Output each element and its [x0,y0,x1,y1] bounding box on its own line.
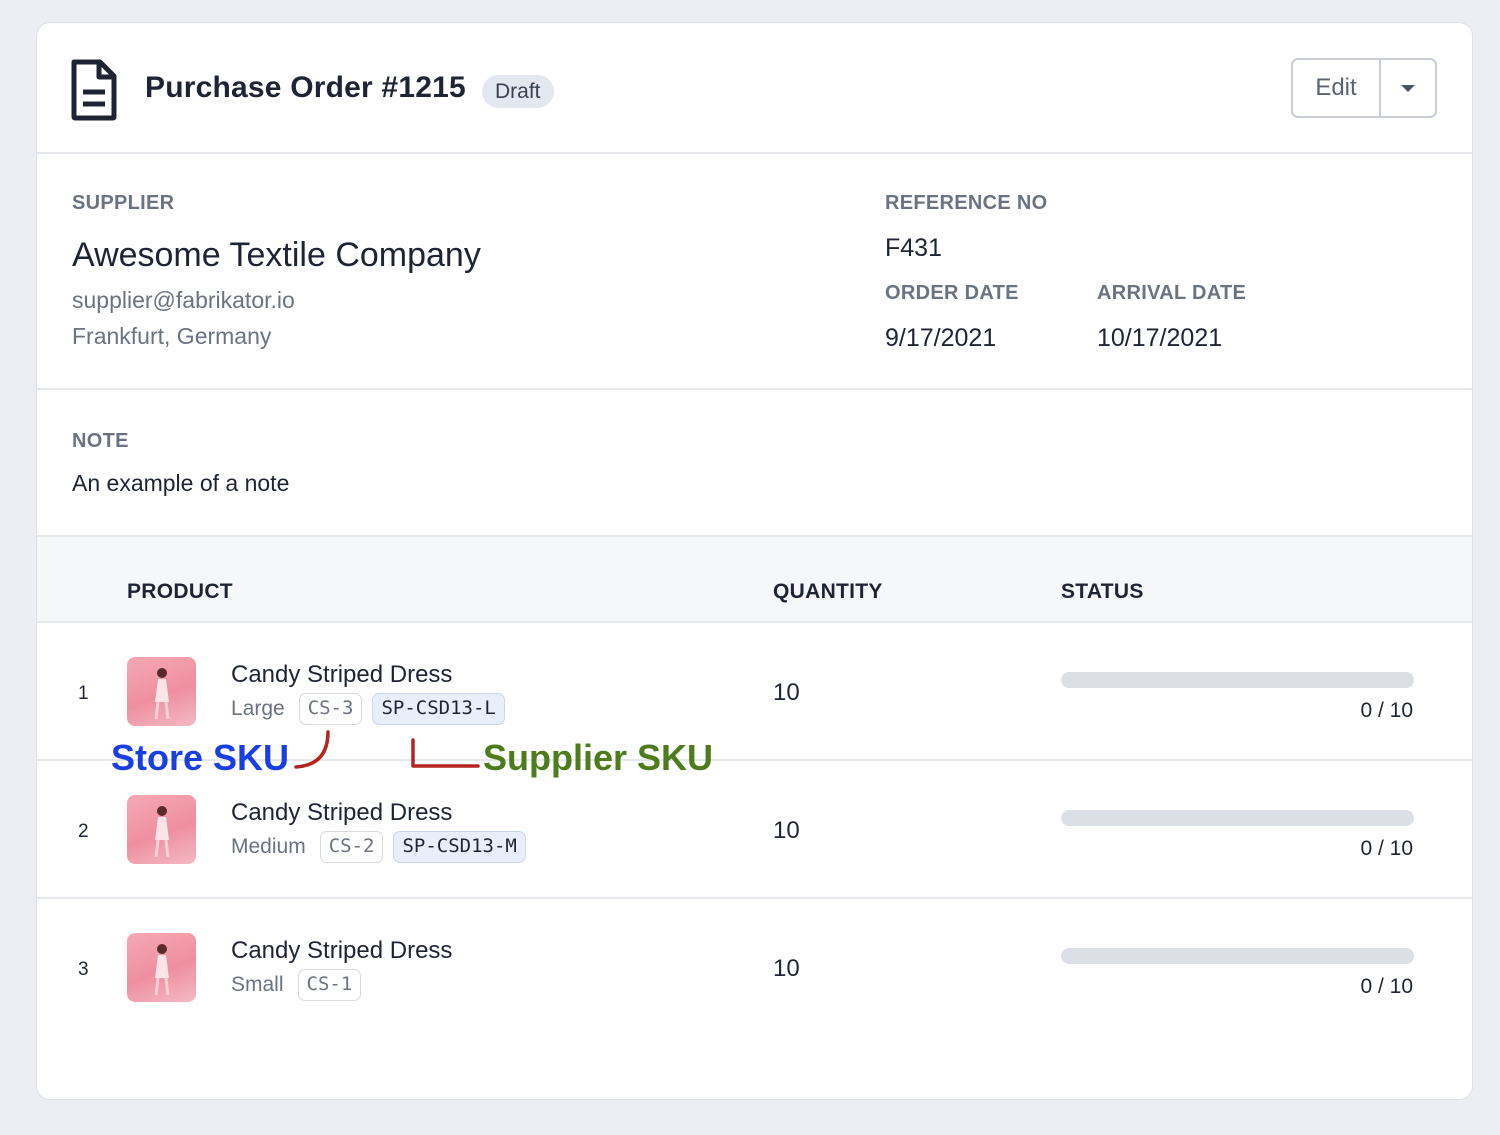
arrival-date-label: ARRIVAL DATE [1097,282,1247,304]
table-row[interactable]: 2 Candy Striped Dress Medium CS-2 SP-CSD… [37,761,1472,899]
product-thumbnail [127,795,196,864]
document-icon [71,59,117,121]
quantity-value: 10 [773,955,800,982]
edit-dropdown-button[interactable] [1381,60,1435,116]
table-row[interactable]: 3 Candy Striped Dress Small CS-1 10 0 / … [37,899,1472,1037]
product-name: Candy Striped Dress [231,937,453,964]
product-thumbnail [127,933,196,1002]
page-title: Purchase Order #1215 [145,71,466,104]
column-header-product: PRODUCT [127,580,233,603]
note-section: NOTE An example of a note [37,390,1472,537]
supplier-location: Frankfurt, Germany [72,323,272,349]
variant-label: Large [231,697,285,720]
variant-label: Medium [231,835,306,858]
store-sku: CS-3 [298,693,363,725]
quantity-value: 10 [773,817,800,844]
note-label: NOTE [72,430,129,452]
supplier-sku: SP-CSD13-L [372,693,505,725]
edit-button-group: Edit [1291,58,1437,118]
product-name: Candy Striped Dress [231,661,453,688]
purchase-order-card: Purchase Order #1215 Draft Edit SUPPLIER… [36,22,1473,1100]
progress-text: 0 / 10 [1360,975,1413,998]
product-meta: Small CS-1 [231,969,362,1001]
order-date-value: 9/17/2021 [885,324,997,352]
supplier-sku-annotation: Supplier SKU [483,737,714,778]
reference-value: F431 [885,234,942,262]
product-meta: Medium CS-2 SP-CSD13-M [231,831,526,863]
table-header: PRODUCT QUANTITY STATUS [37,537,1472,623]
supplier-label: SUPPLIER [72,192,175,214]
order-info-section: SUPPLIER Awesome Textile Company supplie… [37,154,1472,390]
progress-text: 0 / 10 [1360,699,1413,722]
supplier-email: supplier@fabrikator.io [72,287,295,313]
store-sku-annotation: Store SKU [111,737,290,778]
edit-button[interactable]: Edit [1293,60,1381,116]
status-badge: Draft [482,75,554,108]
receive-progress-bar [1061,948,1414,964]
product-name: Candy Striped Dress [231,799,453,826]
variant-label: Small [231,973,284,996]
product-meta: Large CS-3 SP-CSD13-L [231,693,505,725]
supplier-name: Awesome Textile Company [72,236,481,274]
column-header-quantity: QUANTITY [773,580,883,603]
reference-label: REFERENCE NO [885,192,1048,214]
arrival-date-value: 10/17/2021 [1097,324,1223,352]
row-number: 2 [78,821,89,842]
progress-text: 0 / 10 [1360,837,1413,860]
row-number: 1 [78,683,89,704]
store-sku: CS-1 [297,969,362,1001]
receive-progress-bar [1061,810,1414,826]
note-text: An example of a note [72,470,290,496]
supplier-sku: SP-CSD13-M [393,831,526,863]
order-header: Purchase Order #1215 Draft Edit [37,23,1472,154]
caret-down-icon [1401,84,1415,92]
row-number: 3 [78,959,89,980]
product-thumbnail [127,657,196,726]
store-sku: CS-2 [319,831,384,863]
column-header-status: STATUS [1061,580,1144,603]
quantity-value: 10 [773,679,800,706]
receive-progress-bar [1061,672,1414,688]
order-date-label: ORDER DATE [885,282,1019,304]
